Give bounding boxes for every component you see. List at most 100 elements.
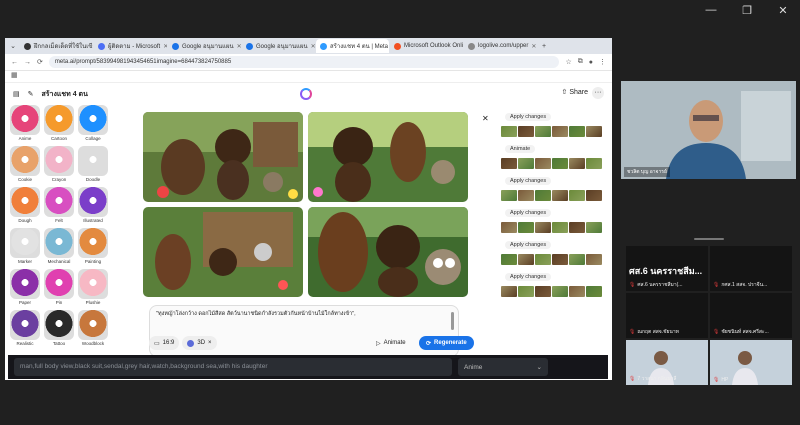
close-window-button[interactable]: ✕: [776, 4, 790, 17]
tab-close-icon[interactable]: ✕: [163, 43, 167, 50]
history-thumbnail[interactable]: [518, 158, 534, 169]
history-thumbnail[interactable]: [535, 286, 551, 297]
style-option[interactable]: Felt: [43, 187, 75, 224]
history-thumbnail[interactable]: [569, 222, 585, 233]
browser-tab[interactable]: logolive.com/upper ✕: [464, 39, 537, 53]
sidebar-toggle-icon[interactable]: ▤: [13, 90, 20, 98]
history-thumbnail[interactable]: [569, 190, 585, 201]
bookmark-star-icon[interactable]: ☆: [565, 58, 571, 66]
history-thumbnail[interactable]: [535, 190, 551, 201]
style-option[interactable]: Marker: [9, 228, 41, 265]
menu-icon[interactable]: ⋮: [599, 58, 606, 66]
history-action-button[interactable]: Animate: [505, 145, 536, 153]
participant-tile[interactable]: 🎙 ชัยชนินท์ สสจ.ศรีสะ...: [710, 293, 792, 338]
style-option[interactable]: Cartoon: [43, 105, 75, 142]
generated-image-1[interactable]: [143, 112, 303, 202]
generated-image-2[interactable]: [308, 112, 468, 202]
share-button[interactable]: ⇧ Share: [562, 88, 589, 96]
history-thumbnail[interactable]: [552, 190, 568, 201]
style-chip[interactable]: 3D ×: [182, 336, 217, 350]
panel-divider[interactable]: [694, 238, 724, 240]
style-option[interactable]: Dough: [9, 187, 41, 224]
animate-button[interactable]: ▷ Animate: [370, 336, 412, 350]
apps-grid-icon[interactable]: ▦: [11, 72, 18, 79]
history-thumbnail[interactable]: [569, 126, 585, 137]
history-thumbnail[interactable]: [535, 222, 551, 233]
history-thumbnail[interactable]: [552, 254, 568, 265]
history-thumbnail-strip[interactable]: [501, 158, 609, 169]
history-thumbnail[interactable]: [535, 126, 551, 137]
history-thumbnail[interactable]: [518, 222, 534, 233]
browser-tab[interactable]: สร้างแชท 4 ตน | Meta AI✕: [316, 39, 389, 53]
prompt-scrollbar[interactable]: [451, 312, 454, 330]
browser-tab[interactable]: ฝึกกลเม็ดเด็ดที่ใช้ในเขียโ✕: [20, 39, 93, 53]
tab-close-icon[interactable]: ✕: [311, 43, 315, 50]
participant-tile[interactable]: 🎙 ณกฤต สสจ.ชัยนาท: [626, 293, 708, 338]
style-option[interactable]: Woodblock: [77, 310, 109, 347]
history-thumbnail[interactable]: [586, 286, 602, 297]
new-tab-icon[interactable]: +: [538, 43, 550, 50]
history-thumbnail[interactable]: [569, 286, 585, 297]
history-thumbnail[interactable]: [501, 222, 517, 233]
history-thumbnail-strip[interactable]: [501, 254, 609, 265]
style-option[interactable]: Illustrated: [77, 187, 109, 224]
back-icon[interactable]: ←: [11, 59, 18, 66]
main-speaker-video[interactable]: ชวลิต บุญ อาจารย์: [621, 81, 796, 179]
regenerate-button[interactable]: ⟳ Regenerate: [419, 336, 474, 350]
history-thumbnail[interactable]: [552, 126, 568, 137]
browser-tab[interactable]: Microsoft Outlook Online✕: [390, 39, 463, 53]
history-thumbnail[interactable]: [518, 126, 534, 137]
style-option[interactable]: Plushie: [77, 269, 109, 306]
tab-close-icon[interactable]: ✕: [237, 43, 241, 50]
history-thumbnail[interactable]: [518, 190, 534, 201]
profile-icon[interactable]: ●: [589, 59, 593, 66]
tab-close-icon[interactable]: ✕: [531, 43, 536, 50]
history-thumbnail[interactable]: [552, 222, 568, 233]
history-thumbnail-strip[interactable]: [501, 286, 609, 297]
aspect-ratio-button[interactable]: ▭ 16:9: [149, 336, 180, 350]
reload-icon[interactable]: ⟳: [37, 58, 43, 66]
style-option[interactable]: Realistic: [9, 310, 41, 347]
minimize-button[interactable]: —: [704, 4, 718, 17]
history-thumbnail-strip[interactable]: [501, 190, 609, 201]
history-thumbnail[interactable]: [518, 254, 534, 265]
close-icon[interactable]: ✕: [482, 114, 489, 123]
history-action-button[interactable]: Apply changes: [505, 273, 552, 281]
style-option[interactable]: Paper: [9, 269, 41, 306]
style-option[interactable]: Doodle: [77, 146, 109, 183]
style-option[interactable]: Pin: [43, 269, 75, 306]
history-action-button[interactable]: Apply changes: [505, 241, 552, 249]
history-thumbnail[interactable]: [586, 254, 602, 265]
history-thumbnail[interactable]: [586, 190, 602, 201]
history-action-button[interactable]: Apply changes: [505, 209, 552, 217]
history-thumbnail[interactable]: [501, 190, 517, 201]
generated-image-3[interactable]: [143, 207, 303, 297]
extensions-icon[interactable]: ⧉: [578, 58, 583, 66]
maximize-button[interactable]: ❐: [740, 4, 754, 17]
style-option[interactable]: Collage: [77, 105, 109, 142]
style-option[interactable]: Anime: [9, 105, 41, 142]
history-action-button[interactable]: Apply changes: [505, 113, 552, 121]
history-thumbnail-strip[interactable]: [501, 222, 609, 233]
history-thumbnail[interactable]: [586, 126, 602, 137]
url-field[interactable]: meta.ai/prompt/583994981943454651imagine…: [48, 56, 560, 68]
history-thumbnail[interactable]: [535, 158, 551, 169]
participant-tile[interactable]: 🎙 7 วาสนา กลิ่นมาลี: [626, 340, 708, 385]
style-option[interactable]: Painting: [77, 228, 109, 265]
bottom-prompt-input[interactable]: man,full body view,black suit,sendal,gre…: [14, 358, 452, 376]
history-thumbnail[interactable]: [586, 158, 602, 169]
history-thumbnail[interactable]: [518, 286, 534, 297]
history-thumbnail[interactable]: [586, 222, 602, 233]
browser-tab[interactable]: Google อนุมานแผน ✕: [242, 39, 315, 53]
style-select[interactable]: Anime ⌄: [458, 358, 548, 376]
history-thumbnail[interactable]: [501, 126, 517, 137]
new-chat-icon[interactable]: ✎: [28, 90, 34, 98]
browser-tab[interactable]: ผู้ติดตาม - Microsoft ✕: [94, 39, 167, 53]
history-thumbnail[interactable]: [501, 254, 517, 265]
participant-tile[interactable]: 🎙 กศส.1 สสจ. ปราจีน...: [710, 246, 792, 291]
forward-icon[interactable]: →: [24, 59, 31, 66]
style-option[interactable]: Tattoo: [43, 310, 75, 347]
history-action-button[interactable]: Apply changes: [505, 177, 552, 185]
history-thumbnail[interactable]: [501, 286, 517, 297]
more-options-button[interactable]: ···: [592, 87, 604, 99]
